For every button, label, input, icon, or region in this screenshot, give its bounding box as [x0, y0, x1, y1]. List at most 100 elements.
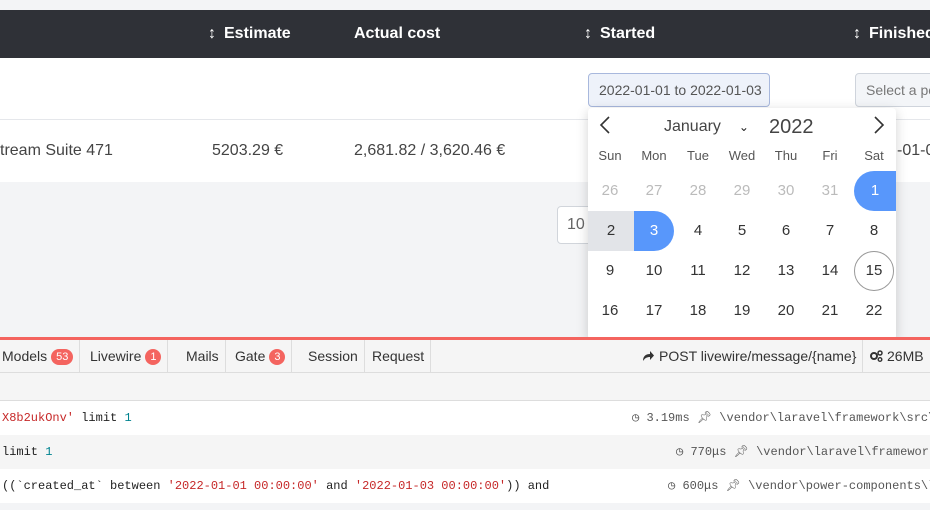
column-label: Started [600, 25, 656, 42]
calendar-day[interactable]: 18 [678, 291, 718, 331]
finished-date-range-input[interactable]: Select a period [855, 73, 930, 107]
calendar-day[interactable]: 2 [588, 211, 634, 251]
calendar-day[interactable]: 6 [766, 211, 806, 251]
calendar-day[interactable]: 29 [722, 171, 762, 211]
cell-finished: -01-0 [897, 142, 930, 159]
debugbar-tab-gate[interactable]: Gate 3 [233, 340, 293, 373]
calendar-day[interactable]: 26 [590, 171, 630, 211]
query-sql: X8b2ukOnv' limit 1 [2, 401, 132, 435]
query-row[interactable]: limit 1 ◷ 770μs 📌︎ \vendor\laravel\frame… [0, 435, 930, 469]
started-date-range-input[interactable]: 2022-01-01 to 2022-01-03 [588, 73, 770, 107]
calendar-day[interactable]: 17 [634, 291, 674, 331]
query-duration: 3.19ms [646, 411, 690, 425]
pin-icon: 📌︎ [725, 479, 741, 493]
calendar-day[interactable]: 28 [678, 171, 718, 211]
query-meta: ◷ 600μs 📌︎ \vendor\power-components\li [668, 469, 930, 503]
memory-indicator: 26MB [862, 340, 930, 373]
weekday-label: Tue [687, 148, 709, 163]
sort-icon: ↕ [208, 25, 216, 42]
weekday-label: Wed [728, 148, 756, 163]
sort-icon: ↕ [584, 25, 592, 42]
calendar-day[interactable]: 14 [810, 251, 850, 291]
clock-icon: ◷ [632, 411, 640, 425]
gears-icon [870, 350, 883, 362]
query-duration: 600μs [682, 479, 719, 493]
column-label: Estimate [224, 25, 291, 42]
debugbar-tab-session[interactable]: Session [306, 340, 365, 373]
column-label: Actual cost [354, 25, 441, 42]
pin-icon: 📌︎ [696, 411, 713, 425]
sql-keyword: and [318, 479, 355, 493]
sql-keyword: limit [2, 445, 46, 459]
sql-string: '2022-01-03 00:00:00' [354, 479, 507, 493]
sql-number: 1 [45, 445, 53, 459]
column-header-started[interactable]: ↕ Started [584, 10, 655, 58]
weekday-label: Mon [641, 148, 667, 163]
query-meta: ◷ 770μs 📌︎ \vendor\laravel\framework\ [676, 435, 930, 469]
share-icon [643, 351, 654, 361]
debugbar-header: Models 53 Livewire 1 Mails Gate 3 Session Reques… [0, 337, 930, 373]
tab-label: Livewire [90, 348, 142, 364]
calendar-day[interactable]: 16 [590, 291, 630, 331]
clock-icon: ◷ [676, 445, 684, 459]
query-row[interactable]: ((`created_at` between '2022-01-01 00:00… [0, 469, 930, 503]
query-source-path: \vendor\power-components\li [748, 479, 930, 493]
debugbar-tab-mails[interactable]: Mails [184, 340, 226, 373]
request-label: POST livewire/message/{name} [659, 348, 857, 364]
calendar-day[interactable]: 19 [722, 291, 762, 331]
debugbar-tab-livewire[interactable]: Livewire 1 [88, 340, 169, 373]
column-header-actual-cost: Actual cost [354, 10, 440, 58]
query-sql: ((`created_at` between '2022-01-01 00:00… [2, 469, 549, 503]
tab-label: Mails [186, 348, 219, 364]
query-sql: limit 1 [2, 435, 52, 469]
calendar-day[interactable]: 3 [634, 211, 674, 251]
year-input[interactable]: 2022 [769, 116, 814, 139]
calendar-day[interactable]: 1 [854, 171, 896, 211]
column-label: Finished [869, 25, 930, 42]
calendar-day[interactable]: 30 [766, 171, 806, 211]
request-indicator[interactable]: POST livewire/message/{name} [642, 340, 856, 373]
pin-icon: 📌︎ [733, 445, 749, 459]
calendar-day[interactable]: 10 [634, 251, 674, 291]
count-badge: 3 [269, 349, 286, 365]
cell-actual-cost: 2,681.82 / 3,620.46 € [354, 142, 506, 159]
calendar-day[interactable]: 22 [854, 291, 894, 331]
query-meta: ◷ 3.19ms 📌︎ \vendor\laravel\framework\sr… [632, 401, 930, 435]
chevron-left-icon[interactable] [598, 114, 612, 142]
calendar-day[interactable]: 12 [722, 251, 762, 291]
chevron-right-icon[interactable] [872, 114, 886, 142]
month-select[interactable]: January ⌄ [664, 118, 749, 136]
calendar-day[interactable]: 21 [810, 291, 850, 331]
query-source-path: \vendor\laravel\framework\src\I [719, 411, 930, 425]
calendar-day[interactable]: 15 [854, 251, 894, 291]
weekday-label: Sun [598, 148, 622, 163]
column-header-finished[interactable]: ↕ Finished [853, 10, 930, 58]
calendar-day[interactable]: 9 [590, 251, 630, 291]
debugbar-tab-models[interactable]: Models 53 [0, 340, 81, 373]
debugbar-panel-toolbar [0, 373, 930, 401]
calendar-day[interactable]: 8 [854, 211, 894, 251]
query-row[interactable]: X8b2ukOnv' limit 1 ◷ 3.19ms 📌︎ \vendor\l… [0, 401, 930, 435]
calendar-day[interactable]: 27 [634, 171, 674, 211]
date-picker-calendar: January ⌄ 2022 Sun Mon Tue Wed Thu Fri Sat 26 27… [588, 108, 896, 340]
sort-icon: ↕ [853, 25, 861, 42]
calendar-day[interactable]: 20 [766, 291, 806, 331]
calendar-day[interactable]: 7 [810, 211, 850, 251]
debugbar-tab-request[interactable]: Request [370, 340, 432, 373]
weekday-label: Fri [822, 148, 838, 163]
table-header: ↕ Estimate Actual cost ↕ Started ↕ Finished [0, 10, 930, 58]
column-header-estimate[interactable]: ↕ Estimate [208, 10, 291, 58]
calendar-day[interactable]: 31 [810, 171, 850, 211]
calendar-day[interactable]: 5 [722, 211, 762, 251]
calendar-day[interactable]: 13 [766, 251, 806, 291]
clock-icon: ◷ [668, 479, 676, 493]
month-label: January [664, 118, 721, 135]
memory-label: 26MB [887, 348, 924, 364]
sql-number: 1 [124, 411, 132, 425]
calendar-day[interactable]: 4 [678, 211, 718, 251]
count-badge: 1 [145, 349, 162, 365]
calendar-day[interactable]: 11 [678, 251, 718, 291]
sql-keyword: limit [74, 411, 125, 425]
tab-label: Gate [235, 348, 266, 364]
weekday-label: Thu [774, 148, 798, 163]
